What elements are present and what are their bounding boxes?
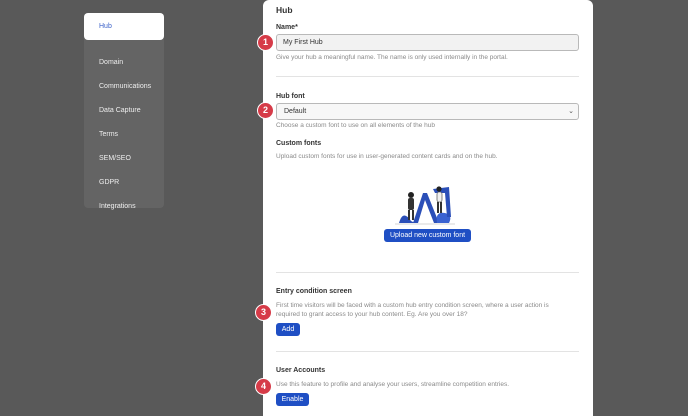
- step-badge-2: 2: [257, 102, 274, 119]
- user-accounts-help-text: Use this feature to profile and analyse …: [276, 381, 510, 388]
- upload-custom-font-button[interactable]: Upload new custom font: [384, 229, 471, 242]
- custom-fonts-help-text: Upload custom fonts for use in user-gene…: [276, 153, 498, 160]
- name-help-text: Give your hub a meaningful name. The nam…: [276, 54, 508, 61]
- hub-font-label: Hub font: [276, 93, 305, 100]
- font-upload-illustration: [395, 186, 455, 225]
- sidebar-item-hub[interactable]: Hub: [84, 13, 164, 40]
- user-accounts-label: User Accounts: [276, 367, 326, 374]
- sidebar-item-integrations[interactable]: Integrations: [84, 196, 164, 218]
- sidebar-item-domain[interactable]: Domain: [84, 52, 164, 74]
- hub-font-help-text: Choose a custom font to use on all eleme…: [276, 122, 435, 129]
- divider: [276, 351, 579, 352]
- sidebar-item-data-capture[interactable]: Data Capture: [84, 100, 164, 122]
- entry-condition-help-line-2: required to grant access to your hub con…: [276, 311, 468, 318]
- name-label: Name*: [276, 24, 298, 31]
- page-title: Hub: [276, 5, 293, 15]
- sidebar-item-communications[interactable]: Communications: [84, 76, 164, 98]
- step-badge-3: 3: [255, 304, 272, 321]
- custom-fonts-label: Custom fonts: [276, 140, 322, 147]
- divider: [276, 272, 579, 273]
- add-entry-condition-button[interactable]: Add: [276, 323, 300, 336]
- enable-user-accounts-button[interactable]: Enable: [276, 393, 309, 406]
- step-badge-4: 4: [255, 378, 272, 395]
- name-input[interactable]: My First Hub: [276, 34, 579, 51]
- divider: [276, 76, 579, 77]
- chevron-down-icon: ⌄: [568, 108, 574, 115]
- hub-font-select[interactable]: Default ⌄: [276, 103, 579, 120]
- step-badge-1: 1: [257, 34, 274, 51]
- settings-sidebar: Hub Domain Communications Data Capture T…: [84, 13, 164, 210]
- sidebar-item-sem-seo[interactable]: SEM/SEO: [84, 148, 164, 170]
- hub-font-selected-value: Default: [284, 108, 307, 115]
- entry-condition-label: Entry condition screen: [276, 288, 352, 295]
- hub-settings-panel: Hub Name* My First Hub Give your hub a m…: [263, 0, 593, 416]
- sidebar-item-gdpr[interactable]: GDPR: [84, 172, 164, 194]
- sidebar-item-terms[interactable]: Terms: [84, 124, 164, 146]
